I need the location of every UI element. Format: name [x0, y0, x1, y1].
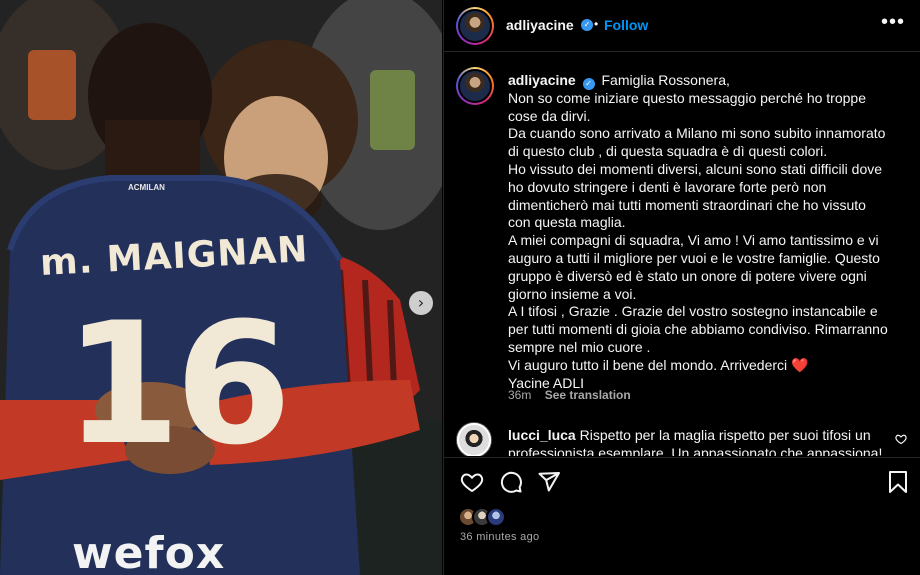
- avatar: [486, 507, 506, 527]
- caption-line: auguro a tutti il migliore per vuoi e le…: [508, 249, 880, 266]
- carousel-next-button[interactable]: ›: [409, 291, 433, 315]
- separator-dot: •: [594, 17, 599, 31]
- author-username[interactable]: adliyacine: [506, 17, 574, 33]
- caption-line: con questa maglia.: [508, 214, 626, 231]
- caption-line: Famiglia Rossonera,: [601, 72, 730, 88]
- see-translation-link[interactable]: See translation: [545, 388, 631, 402]
- caption-line: dimenticherò mai tutti momenti straordin…: [508, 196, 866, 213]
- caption-avatar[interactable]: [456, 67, 494, 105]
- caption-meta: 36m See translation: [508, 388, 631, 402]
- caption-line: per tutti momenti di gioia che abbiamo c…: [508, 321, 888, 338]
- follow-button[interactable]: Follow: [604, 17, 648, 33]
- caption-line: A miei compagni di squadra, Vi amo ! Vi …: [508, 232, 879, 249]
- post-timestamp[interactable]: 36 minutes ago: [460, 531, 539, 543]
- action-bar: [444, 457, 920, 502]
- caption-line: giorno insieme a voi.: [508, 285, 637, 302]
- caption-line: Ho vissuto dei momenti diversi, alcuni s…: [508, 160, 883, 177]
- post-photo[interactable]: ACMILAN m. MAIGNAN 16 wefox ›: [0, 0, 442, 575]
- verified-icon: ✓: [581, 19, 593, 31]
- comment-icon[interactable]: [499, 470, 523, 494]
- caption-time: 36m: [508, 388, 532, 402]
- heart-icon[interactable]: [460, 470, 484, 494]
- caption-line: di questo club , di questa squadra è dì …: [508, 143, 828, 160]
- caption-line: A I tifosi , Grazie . Grazie del vostro …: [508, 303, 878, 320]
- caption-section: adliyacine ✓ Famiglia Rossonera, Non so …: [444, 53, 920, 423]
- jersey-sponsor: wefox: [72, 528, 226, 575]
- caption-username[interactable]: adliyacine: [508, 72, 576, 88]
- jersey-brand: ACMILAN: [128, 183, 165, 192]
- more-icon[interactable]: •••: [881, 11, 905, 34]
- caption-line: cose da dirvi.: [508, 107, 591, 124]
- share-icon[interactable]: [537, 470, 561, 494]
- post-panel: adliyacine ✓ • Follow ••• adliyacine ✓ F…: [443, 0, 920, 575]
- caption-line: sempre nel mio cuore .: [508, 338, 651, 355]
- caption-line: gruppo è diversò ed è stato un onore di …: [508, 267, 867, 284]
- comment-avatar[interactable]: [456, 422, 492, 456]
- chevron-right-icon: ›: [417, 293, 425, 312]
- comment-item: lucci_luca Rispetto per la maglia rispet…: [444, 420, 920, 456]
- verified-icon: ✓: [582, 78, 595, 90]
- bookmark-icon[interactable]: [887, 470, 909, 494]
- comment-text: lucci_luca Rispetto per la maglia rispet…: [508, 427, 888, 456]
- comment-like-icon[interactable]: [895, 433, 907, 445]
- avatar[interactable]: [456, 7, 494, 45]
- caption-text: adliyacine ✓ Famiglia Rossonera, Non so …: [508, 72, 898, 392]
- caption-first-line: adliyacine ✓ Famiglia Rossonera,: [508, 72, 898, 90]
- post-header: adliyacine ✓ • Follow •••: [444, 0, 920, 52]
- caption-line: Da cuando sono arrivato a Milano mi sono…: [508, 125, 886, 142]
- caption-line: Vi auguro tutto il bene del mondo. Arriv…: [508, 356, 809, 373]
- comment-username[interactable]: lucci_luca: [508, 427, 576, 443]
- caption-line: Non so come iniziare questo messaggio pe…: [508, 89, 866, 106]
- jersey-number: 16: [64, 286, 292, 482]
- caption-line: ho dovuto stringere i denti è lavorare f…: [508, 178, 827, 195]
